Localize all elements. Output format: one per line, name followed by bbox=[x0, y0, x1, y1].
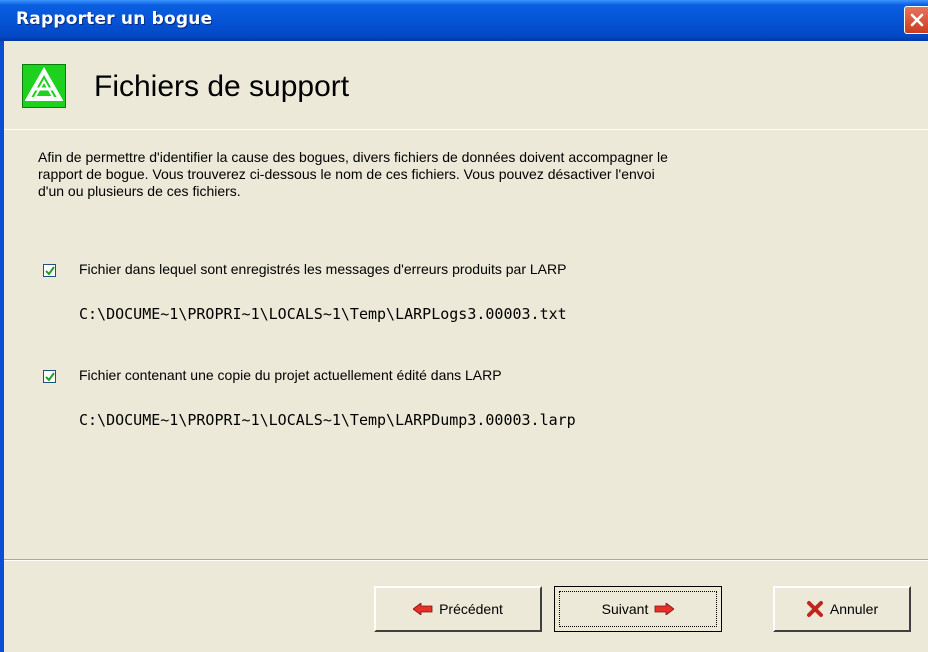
divider bbox=[4, 129, 928, 130]
dump-file-path: C:\DOCUME~1\PROPRI~1\LOCALS~1\Temp\LARPD… bbox=[79, 411, 576, 429]
description-line: Afin de permettre d'identifier la cause … bbox=[38, 149, 668, 165]
previous-button-label: Précédent bbox=[439, 601, 503, 617]
logs-checkbox[interactable] bbox=[43, 264, 56, 277]
checkmark-icon bbox=[45, 266, 55, 276]
footer-divider-highlight bbox=[4, 560, 928, 561]
cancel-x-icon bbox=[806, 601, 823, 617]
title-bar[interactable]: Rapporter un bogue bbox=[0, 0, 928, 41]
checkmark-icon bbox=[45, 372, 55, 382]
app-logo-icon bbox=[22, 64, 66, 108]
window-title: Rapporter un bogue bbox=[16, 9, 213, 29]
page-title: Fichiers de support bbox=[94, 70, 350, 103]
arrow-right-icon bbox=[654, 603, 675, 615]
description-line: d'un ou plusieurs de ces fichiers. bbox=[38, 183, 241, 199]
next-button[interactable]: Suivant bbox=[554, 586, 722, 632]
cancel-button-label: Annuler bbox=[829, 601, 879, 617]
description-text: Afin de permettre d'identifier la cause … bbox=[38, 149, 828, 200]
logs-file-path: C:\DOCUME~1\PROPRI~1\LOCALS~1\Temp\LARPL… bbox=[79, 305, 567, 323]
close-button[interactable] bbox=[904, 6, 928, 34]
next-button-label: Suivant bbox=[601, 601, 649, 617]
logs-checkbox-label[interactable]: Fichier dans lequel sont enregistrés les… bbox=[79, 261, 566, 277]
arrow-left-icon bbox=[413, 603, 433, 615]
cancel-button[interactable]: Annuler bbox=[773, 586, 911, 632]
close-icon bbox=[910, 13, 924, 27]
dump-checkbox[interactable] bbox=[43, 370, 56, 383]
dump-checkbox-label[interactable]: Fichier contenant une copie du projet ac… bbox=[79, 367, 502, 383]
previous-button[interactable]: Précédent bbox=[374, 586, 542, 632]
description-line: rapport de bogue. Vous trouverez ci-dess… bbox=[38, 166, 655, 182]
